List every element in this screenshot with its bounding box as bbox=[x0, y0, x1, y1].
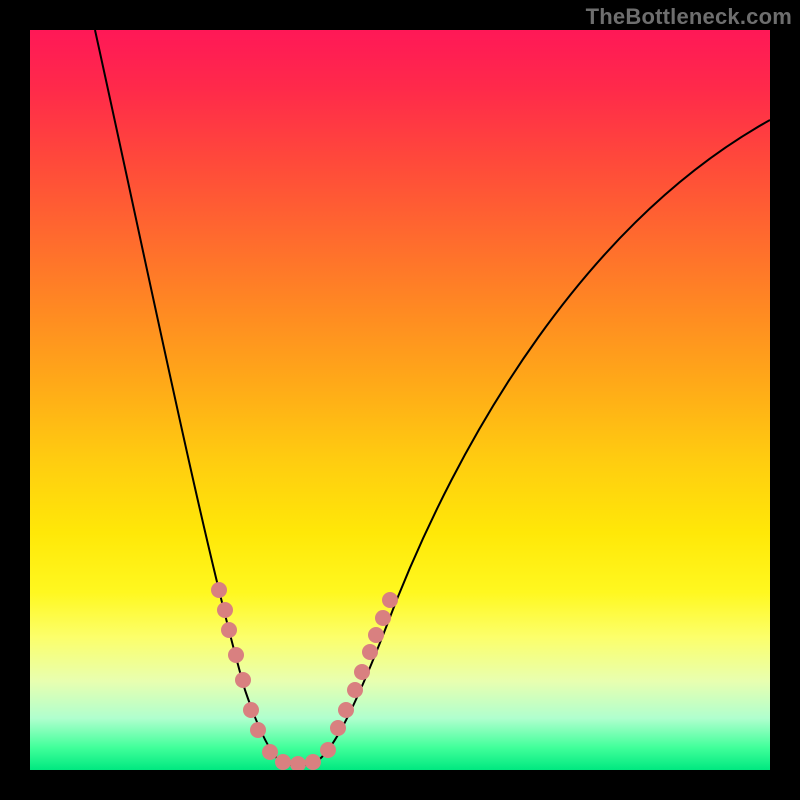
highlight-dot bbox=[228, 647, 244, 663]
highlight-dot bbox=[262, 744, 278, 760]
highlight-dot bbox=[211, 582, 227, 598]
highlight-dot bbox=[347, 682, 363, 698]
highlight-dot bbox=[368, 627, 384, 643]
highlight-dot bbox=[362, 644, 378, 660]
chart-container: TheBottleneck.com bbox=[0, 0, 800, 800]
bottleneck-curve bbox=[95, 30, 770, 765]
highlight-dot bbox=[320, 742, 336, 758]
highlight-dot bbox=[330, 720, 346, 736]
highlight-dot bbox=[305, 754, 321, 770]
highlight-dot bbox=[275, 754, 291, 770]
highlight-dot bbox=[250, 722, 266, 738]
highlight-dot bbox=[217, 602, 233, 618]
highlight-dot bbox=[354, 664, 370, 680]
highlight-dot bbox=[290, 756, 306, 770]
highlight-dot bbox=[382, 592, 398, 608]
watermark-text: TheBottleneck.com bbox=[586, 4, 792, 30]
highlight-dot bbox=[243, 702, 259, 718]
highlight-dot bbox=[338, 702, 354, 718]
highlight-dot bbox=[221, 622, 237, 638]
highlight-dot bbox=[375, 610, 391, 626]
highlight-dots-group bbox=[211, 582, 398, 770]
highlight-dot bbox=[235, 672, 251, 688]
plot-area bbox=[30, 30, 770, 770]
curve-layer bbox=[30, 30, 770, 770]
